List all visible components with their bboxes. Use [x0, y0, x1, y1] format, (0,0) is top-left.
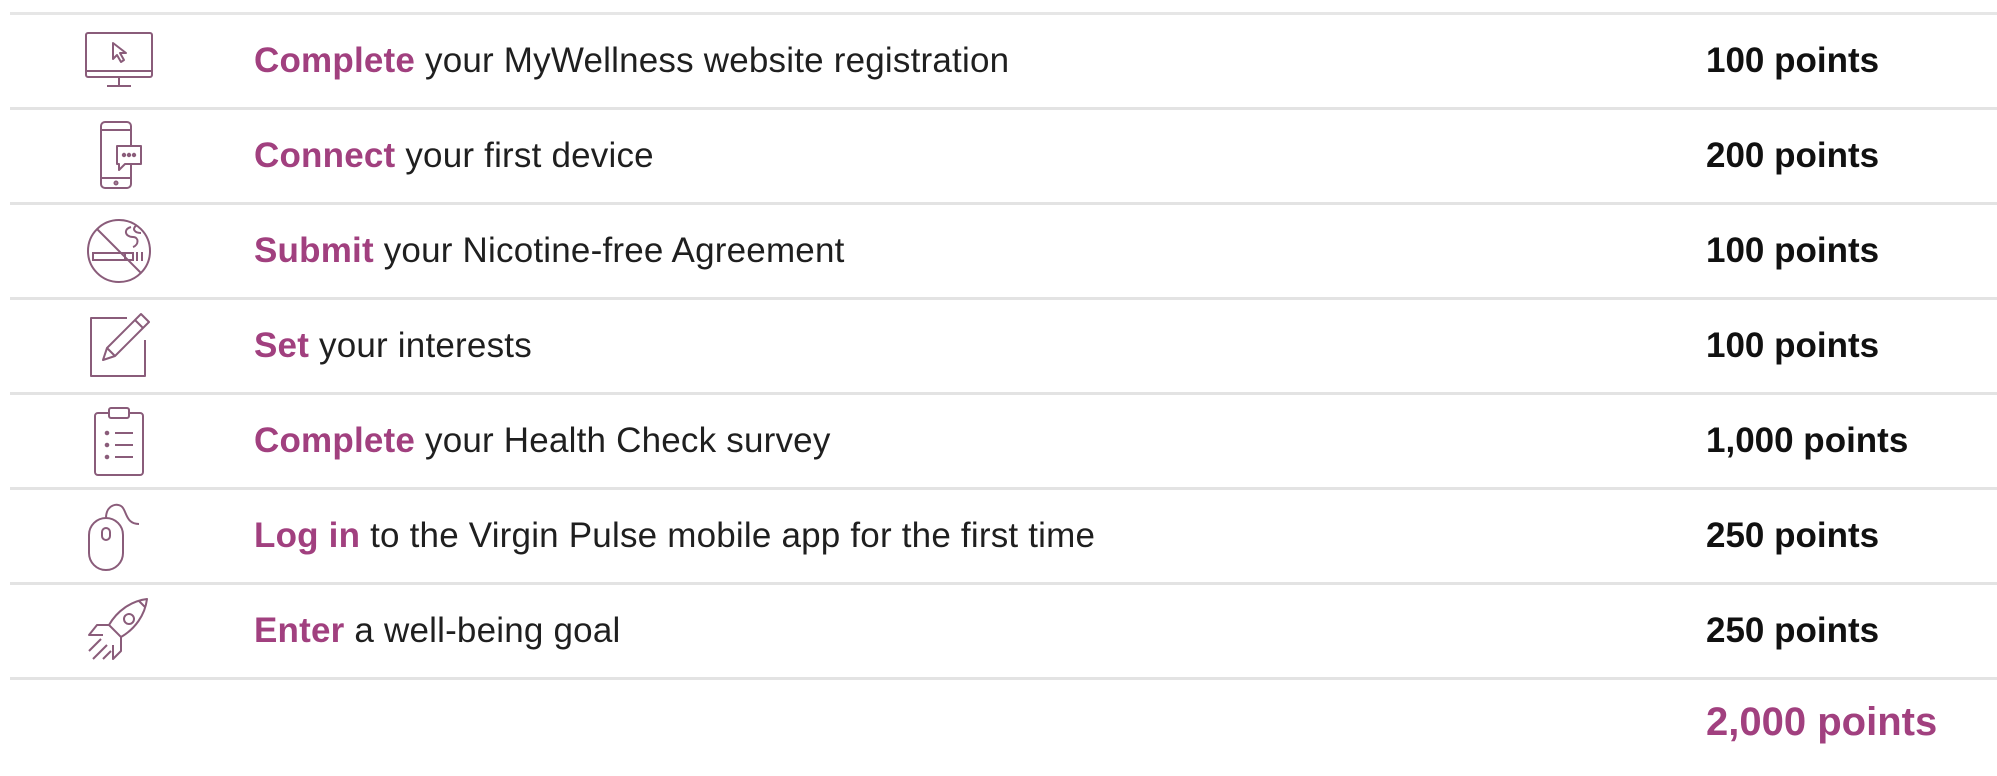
- task-row-connect-device: Connect your first device 200 points: [10, 110, 1997, 205]
- task-points: 100 points: [1706, 326, 1880, 365]
- task-text: Complete your MyWellness website registr…: [254, 15, 1009, 107]
- computer-monitor-icon: [82, 25, 156, 97]
- task-text: Enter a well-being goal: [254, 585, 620, 677]
- task-action: Connect: [254, 136, 396, 175]
- task-row-mobile-login: Log in to the Virgin Pulse mobile app fo…: [10, 490, 1997, 585]
- task-row-wellbeing-goal: Enter a well-being goal 250 points: [10, 585, 1997, 680]
- task-row-health-check: Complete your Health Check survey 1,000 …: [10, 395, 1997, 490]
- points-table: Complete your MyWellness website registr…: [10, 12, 1997, 680]
- task-points: 1,000 points: [1706, 421, 1909, 460]
- task-text: Complete your Health Check survey: [254, 395, 831, 487]
- task-text: Submit your Nicotine-free Agreement: [254, 205, 845, 297]
- task-action: Set: [254, 326, 310, 365]
- task-description: a well-being goal: [344, 611, 621, 650]
- task-action: Complete: [254, 421, 416, 460]
- task-text: Set your interests: [254, 300, 532, 392]
- task-description: to the Virgin Pulse mobile app for the f…: [360, 516, 1096, 555]
- task-points: 100 points: [1706, 41, 1880, 80]
- task-description: your interests: [309, 326, 532, 365]
- task-action: Submit: [254, 231, 374, 270]
- task-description: your MyWellness website registration: [415, 41, 1010, 80]
- task-action: Complete: [254, 41, 416, 80]
- task-points: 250 points: [1706, 611, 1880, 650]
- total-points: 2,000 points: [1706, 700, 1938, 744]
- rocket-icon: [82, 595, 156, 667]
- task-row-set-interests: Set your interests 100 points: [10, 300, 1997, 395]
- no-smoking-icon: [82, 215, 156, 287]
- task-row-nicotine-agreement: Submit your Nicotine-free Agreement 100 …: [10, 205, 1997, 300]
- smartphone-chat-icon: [82, 120, 156, 192]
- task-description: your first device: [395, 136, 654, 175]
- clipboard-list-icon: [82, 405, 156, 477]
- task-points: 250 points: [1706, 516, 1880, 555]
- task-points: 100 points: [1706, 231, 1880, 270]
- computer-mouse-icon: [82, 500, 156, 572]
- task-points: 200 points: [1706, 136, 1880, 175]
- pencil-edit-icon: [82, 310, 156, 382]
- task-action: Log in: [254, 516, 361, 555]
- task-action: Enter: [254, 611, 345, 650]
- task-description: your Health Check survey: [415, 421, 831, 460]
- task-row-website-registration: Complete your MyWellness website registr…: [10, 15, 1997, 110]
- task-text: Connect your first device: [254, 110, 654, 202]
- task-description: your Nicotine-free Agreement: [373, 231, 845, 270]
- task-text: Log in to the Virgin Pulse mobile app fo…: [254, 490, 1095, 582]
